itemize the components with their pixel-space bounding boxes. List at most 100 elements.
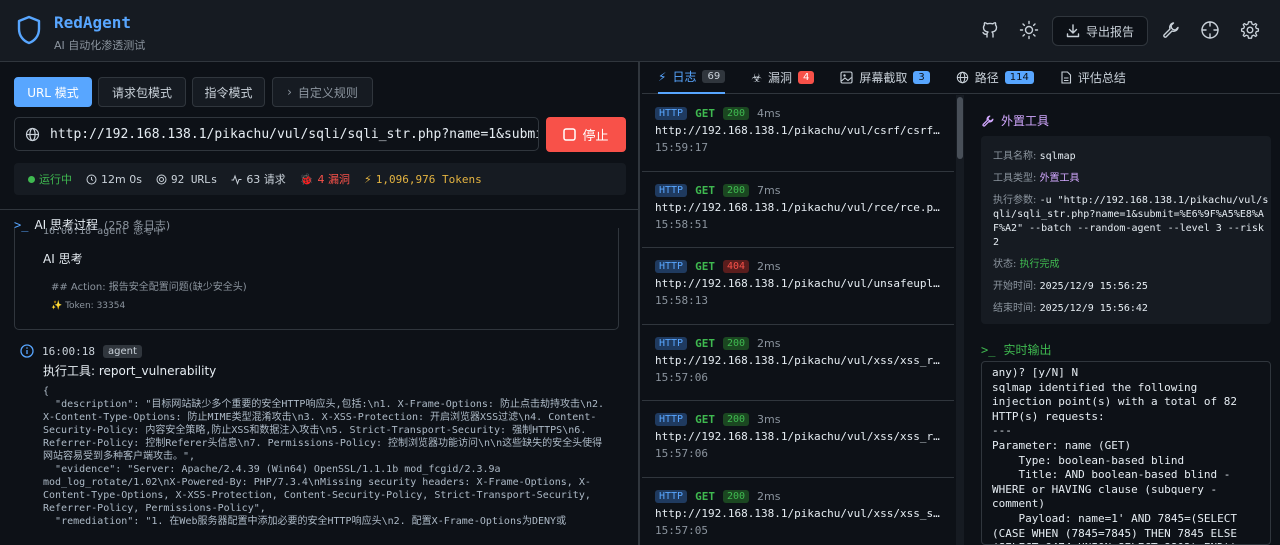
globe-icon bbox=[956, 71, 969, 84]
tab-paths-count: 114 bbox=[1004, 71, 1034, 84]
request-time: 15:57:05 bbox=[655, 523, 708, 537]
status-badge: 200 bbox=[722, 107, 750, 120]
activity-icon bbox=[231, 174, 242, 185]
list-item[interactable]: HTTP GET 200 7ms http://192.168.138.1/pikac… bbox=[642, 172, 954, 248]
live-output-title: 实时输出 bbox=[1003, 343, 1052, 357]
mode-url-button[interactable]: URL 模式 bbox=[14, 77, 92, 107]
tab-logs-label: 日志 bbox=[672, 70, 697, 84]
stat-urls-text: 92 URLs bbox=[170, 172, 218, 186]
image-icon bbox=[840, 71, 853, 84]
tool-detail-panel: 外置工具 工具名称: sqlmap 工具类型: 外置工具 执行参数: -u "h… bbox=[967, 95, 1280, 545]
globe-icon bbox=[25, 127, 40, 142]
scrollbar-thumb[interactable] bbox=[957, 97, 963, 159]
target-url-field[interactable] bbox=[14, 117, 539, 151]
protocol-tag: HTTP bbox=[655, 107, 688, 120]
request-url: http://192.168.138.1/pikachu/vul/csrf/cs… bbox=[655, 124, 945, 137]
tool-type-label: 工具类型: bbox=[993, 173, 1037, 184]
protocol-tag: HTTP bbox=[655, 260, 688, 273]
status-badge: 200 bbox=[722, 183, 750, 197]
method-label: GET bbox=[695, 413, 715, 426]
bug-icon: 🐞 bbox=[299, 172, 314, 186]
request-log-list: HTTP GET 200 4ms http://192.168.138.1/pikac… bbox=[642, 95, 954, 545]
duration-label: 2ms bbox=[757, 260, 781, 273]
thinking-card-token: ✨ Token: 33354 bbox=[51, 301, 126, 311]
shield-logo-icon bbox=[16, 15, 42, 45]
thinking-card-action: ## Action: 报告安全配置问题(缺少安全头) bbox=[51, 282, 247, 293]
external-tool-header: 外置工具 bbox=[981, 112, 1049, 129]
request-time: 15:59:17 bbox=[655, 141, 708, 154]
stat-tokens: ⚡ 1,096,976 Tokens bbox=[364, 173, 482, 186]
tab-logs[interactable]: ⚡ 日志 69 bbox=[658, 62, 726, 94]
sun-icon[interactable] bbox=[1019, 20, 1039, 40]
stop-button[interactable]: 停止 bbox=[546, 117, 626, 152]
method-label: GET bbox=[695, 260, 715, 273]
tab-screenshots[interactable]: 屏幕截取 3 bbox=[840, 62, 930, 94]
tab-vulns[interactable]: ☣ 漏洞 4 bbox=[751, 62, 815, 94]
tool-args-label: 执行参数: bbox=[993, 195, 1037, 206]
status-badge: 200 bbox=[722, 336, 750, 350]
tab-summary[interactable]: 评估总结 bbox=[1060, 62, 1126, 94]
list-item[interactable]: HTTP GET 200 3ms http://192.168.138.1/pikac… bbox=[642, 401, 954, 478]
tool-status-label: 状态: bbox=[993, 259, 1017, 270]
divider bbox=[0, 209, 638, 210]
live-output-box: any)? [y/N] N sqlmap identified the foll… bbox=[981, 361, 1271, 545]
tab-paths[interactable]: 路径 114 bbox=[956, 62, 1034, 94]
tool-info-box: 工具名称: sqlmap 工具类型: 外置工具 执行参数: -u "http:/… bbox=[981, 136, 1271, 324]
terminal-icon: >_ bbox=[981, 342, 996, 357]
protocol-tag: HTTP bbox=[655, 413, 688, 426]
live-output-header: >_ 实时输出 bbox=[981, 341, 1051, 358]
list-item[interactable]: HTTP GET 404 2ms http://192.168.138.1/pikac… bbox=[642, 248, 954, 325]
request-url: http://192.168.138.1/pikachu/vul/unsafeu… bbox=[655, 277, 945, 290]
entry-title: 执行工具: report_vulnerability bbox=[43, 364, 217, 378]
export-report-button[interactable]: 导出报告 bbox=[1052, 16, 1148, 46]
log-entry: 16:00:18 agent 执行工具: report_vulnerabilit… bbox=[20, 344, 620, 528]
list-item[interactable]: HTTP GET 200 2ms http://192.168.138.1/pikac… bbox=[642, 478, 954, 545]
mode-packet-button[interactable]: 请求包模式 bbox=[98, 77, 186, 107]
duration-label: 7ms bbox=[757, 183, 781, 197]
status-badge: 404 bbox=[722, 260, 750, 273]
export-report-label: 导出报告 bbox=[1085, 24, 1134, 39]
duration-label: 3ms bbox=[757, 413, 781, 426]
custom-rules-button[interactable]: › 自定义规则 bbox=[272, 77, 373, 107]
lightning-icon: ⚡ bbox=[658, 69, 667, 84]
method-label: GET bbox=[695, 107, 715, 120]
info-icon bbox=[20, 344, 34, 358]
stat-requests-text: 63 请求 bbox=[246, 173, 286, 186]
target-url-input[interactable] bbox=[50, 126, 538, 142]
app-title: RedAgent bbox=[54, 13, 132, 32]
status-badge: 200 bbox=[722, 489, 750, 503]
duration-label: 4ms bbox=[757, 107, 781, 120]
external-tool-title: 外置工具 bbox=[1001, 114, 1050, 128]
crosshair-icon[interactable] bbox=[1200, 20, 1220, 40]
stat-status: 运行中 bbox=[28, 171, 72, 187]
wrench-icon bbox=[981, 114, 995, 128]
method-label: GET bbox=[695, 183, 715, 197]
tab-vulns-label: 漏洞 bbox=[767, 71, 792, 85]
request-time: 15:58:13 bbox=[655, 294, 708, 307]
protocol-tag: HTTP bbox=[655, 489, 688, 503]
tool-start-value: 2025/12/9 15:56:25 bbox=[1039, 281, 1148, 292]
wrench-icon[interactable] bbox=[1161, 20, 1181, 40]
tool-status-value: 执行完成 bbox=[1019, 259, 1060, 270]
stat-vulns: 🐞 4 漏洞 bbox=[300, 171, 350, 187]
chevron-right-icon: › bbox=[287, 85, 292, 99]
protocol-tag: HTTP bbox=[655, 336, 688, 350]
thinking-card: 16:00:18 agent 思考中 AI 思考 ## Action: 报告安全… bbox=[14, 228, 619, 330]
download-icon bbox=[1066, 24, 1080, 38]
list-item[interactable]: HTTP GET 200 2ms http://192.168.138.1/pikac… bbox=[642, 325, 954, 401]
tool-start-label: 开始时间: bbox=[993, 281, 1037, 292]
gear-icon[interactable] bbox=[1240, 20, 1260, 40]
stat-urls: 92 URLs bbox=[156, 173, 217, 186]
request-url: http://192.168.138.1/pikachu/vul/xss/xss… bbox=[655, 353, 945, 367]
tab-vulns-count: 4 bbox=[797, 71, 815, 84]
lightning-icon: ⚡ bbox=[364, 172, 372, 186]
agent-tag: agent bbox=[102, 344, 142, 358]
target-icon bbox=[156, 174, 167, 185]
stat-duration: 12m 0s bbox=[86, 173, 142, 186]
request-time: 15:57:06 bbox=[655, 370, 708, 384]
log-scrollbar[interactable] bbox=[956, 95, 964, 545]
list-item[interactable]: HTTP GET 200 4ms http://192.168.138.1/pikac… bbox=[642, 95, 954, 172]
github-icon[interactable] bbox=[980, 20, 1000, 40]
mode-command-button[interactable]: 指令模式 bbox=[192, 77, 265, 107]
request-url: http://192.168.138.1/pikachu/vul/xss/xss… bbox=[655, 506, 945, 520]
